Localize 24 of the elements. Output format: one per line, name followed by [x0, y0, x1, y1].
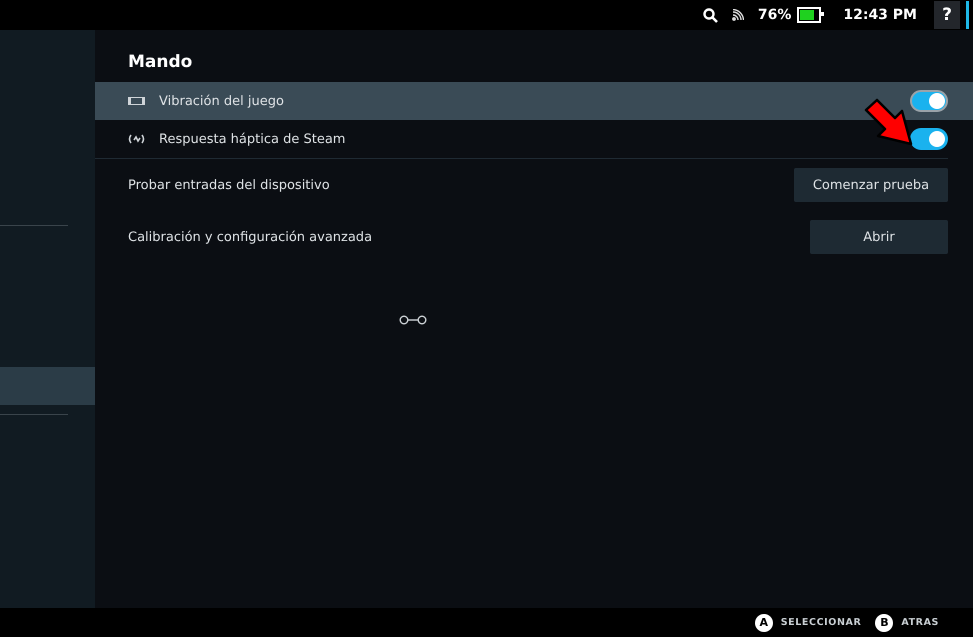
setting-row[interactable]: Vibración del juego: [95, 82, 973, 120]
footer-hint: ATRAS: [901, 617, 939, 628]
toggle-switch[interactable]: [910, 128, 948, 150]
signal-icon: [732, 9, 744, 21]
action-button[interactable]: Comenzar prueba: [794, 168, 948, 202]
setting-label: Probar entradas del dispositivo: [128, 178, 331, 192]
setting-label: Respuesta háptica de Steam: [159, 132, 346, 146]
setting-label: Calibración y configuración avanzada: [128, 230, 374, 244]
loading-icon: [399, 315, 427, 325]
gamepad-button-glyph: A: [754, 614, 773, 632]
setting-label: Vibración del juego: [159, 94, 285, 108]
section-title: Mando: [127, 51, 194, 74]
controller-icon: [128, 95, 145, 107]
clock-time: 12:43 PM: [843, 7, 917, 23]
gamepad-button-glyph: B: [875, 614, 894, 632]
help-button[interactable]: ?: [934, 1, 960, 29]
footer-hint: SELECCIONAR: [780, 617, 862, 628]
battery-percentage: 76%: [758, 7, 792, 23]
search-icon[interactable]: [702, 8, 718, 22]
toggle-switch[interactable]: [910, 90, 948, 112]
haptic-icon: [128, 133, 145, 145]
pointer-arrow: [863, 98, 915, 148]
action-button[interactable]: Abrir: [810, 220, 948, 254]
battery-icon: [797, 7, 822, 23]
